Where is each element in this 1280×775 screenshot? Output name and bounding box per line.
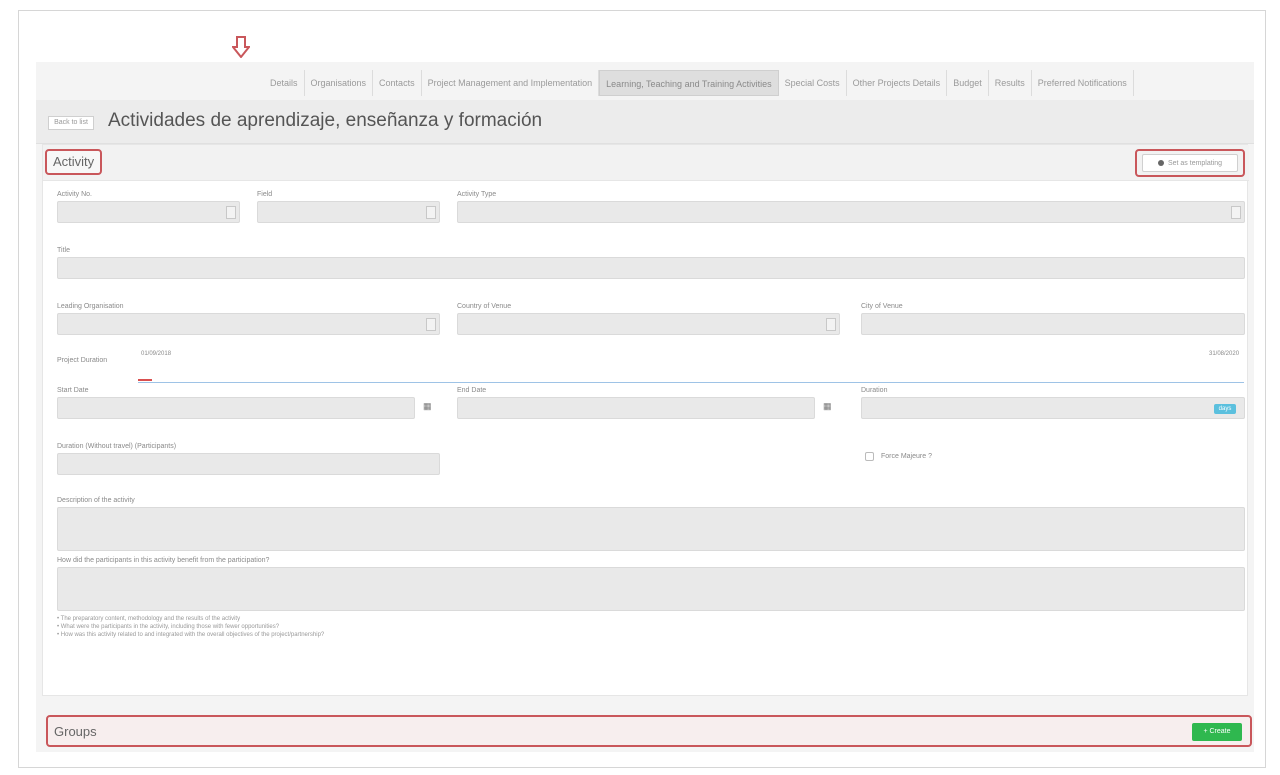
top-navigation-tabs: Details Organisations Contacts Project Mana… xyxy=(36,70,1254,96)
groups-label: Groups xyxy=(54,724,97,739)
leading-organisation-select[interactable] xyxy=(57,313,440,335)
stepper-icon[interactable] xyxy=(426,206,436,219)
title-label: Title xyxy=(57,247,70,254)
highlight-box: Set as templating xyxy=(1135,149,1245,177)
field-label: Field xyxy=(257,191,273,198)
ruler-start-date: 01/09/2018 xyxy=(141,351,172,357)
duration-field[interactable] xyxy=(861,397,1245,419)
start-date-label: Start Date xyxy=(57,387,89,394)
nav-tab[interactable]: Contacts xyxy=(373,70,422,96)
annotation-arrow-down-icon xyxy=(232,36,250,58)
duration-without-travel-label: Duration (Without travel) (Participants) xyxy=(57,443,177,450)
city-of-venue-label: City of Venue xyxy=(861,303,903,310)
groups-section: Groups + Create xyxy=(46,715,1252,747)
title-bar: Back to list Actividades de aprendizaje,… xyxy=(36,100,1254,144)
stepper-icon[interactable] xyxy=(1231,206,1241,219)
calendar-icon[interactable]: ▦ xyxy=(423,401,432,412)
hint-line: • What were the participants in the acti… xyxy=(57,624,280,630)
activity-section-label: Activity xyxy=(45,149,103,175)
nav-tab[interactable]: Project Management and Implementation xyxy=(422,70,600,96)
start-date-field[interactable] xyxy=(57,397,415,419)
force-majeure-label: Force Majeure ? xyxy=(881,453,932,460)
set-as-templating-button[interactable]: Set as templating xyxy=(1142,154,1238,172)
nav-tab[interactable]: Budget xyxy=(947,70,989,96)
nav-tab[interactable]: Results xyxy=(989,70,1032,96)
ruler-end-date: 31/08/2020 xyxy=(1209,351,1240,357)
stepper-icon[interactable] xyxy=(426,318,436,331)
title-field[interactable] xyxy=(57,257,1245,279)
back-to-list-button[interactable]: Back to list xyxy=(48,116,94,130)
field-select[interactable] xyxy=(257,201,440,223)
activity-type-select[interactable] xyxy=(457,201,1245,223)
city-of-venue-field[interactable] xyxy=(861,313,1245,335)
duration-label: Duration xyxy=(861,387,888,394)
nav-tab[interactable]: Learning, Teaching and Training Activiti… xyxy=(599,70,779,96)
nav-tab[interactable]: Details xyxy=(264,70,305,96)
create-group-button[interactable]: + Create xyxy=(1192,723,1242,741)
duration-ruler-line xyxy=(138,382,1244,383)
activity-no-label: Activity No. xyxy=(57,191,93,198)
activity-panel: Activity Set as templating Activity No. … xyxy=(42,144,1249,696)
participants-question-label: How did the participants in this activit… xyxy=(57,557,270,564)
activity-type-label: Activity Type xyxy=(457,191,497,198)
application-window: Details Organisations Contacts Project Mana… xyxy=(36,62,1254,752)
record-icon xyxy=(1157,160,1164,166)
stepper-icon[interactable] xyxy=(226,206,236,219)
project-duration-label: Project Duration xyxy=(57,357,108,364)
participants-benefit-textarea[interactable] xyxy=(57,567,1245,611)
end-date-field[interactable] xyxy=(457,397,815,419)
set-as-templating-label: Set as templating xyxy=(1167,159,1223,167)
description-textarea[interactable] xyxy=(57,507,1245,551)
nav-tab[interactable]: Special Costs xyxy=(779,70,847,96)
end-date-label: End Date xyxy=(457,387,487,394)
duration-without-travel-field[interactable] xyxy=(57,453,440,475)
nav-tab[interactable]: Other Projects Details xyxy=(847,70,948,96)
activity-no-field[interactable] xyxy=(57,201,240,223)
stepper-icon[interactable] xyxy=(826,318,836,331)
duration-ruler-marker xyxy=(138,379,152,381)
country-of-venue-select[interactable] xyxy=(457,313,840,335)
hint-line: • The preparatory content, methodology a… xyxy=(57,616,241,622)
leading-organisation-label: Leading Organisation xyxy=(57,303,124,310)
activity-panel-header: Activity Set as templating xyxy=(43,145,1249,181)
force-majeure-checkbox[interactable] xyxy=(865,452,874,461)
duration-unit-badge: days xyxy=(1214,404,1236,414)
nav-tab[interactable]: Organisations xyxy=(305,70,374,96)
calendar-icon[interactable]: ▦ xyxy=(823,401,832,412)
hint-line: • How was this activity related to and i… xyxy=(57,632,325,638)
page-title: Actividades de aprendizaje, enseñanza y … xyxy=(108,110,543,131)
nav-tab[interactable]: Preferred Notifications xyxy=(1032,70,1134,96)
country-of-venue-label: Country of Venue xyxy=(457,303,512,310)
description-label: Description of the activity xyxy=(57,497,135,504)
